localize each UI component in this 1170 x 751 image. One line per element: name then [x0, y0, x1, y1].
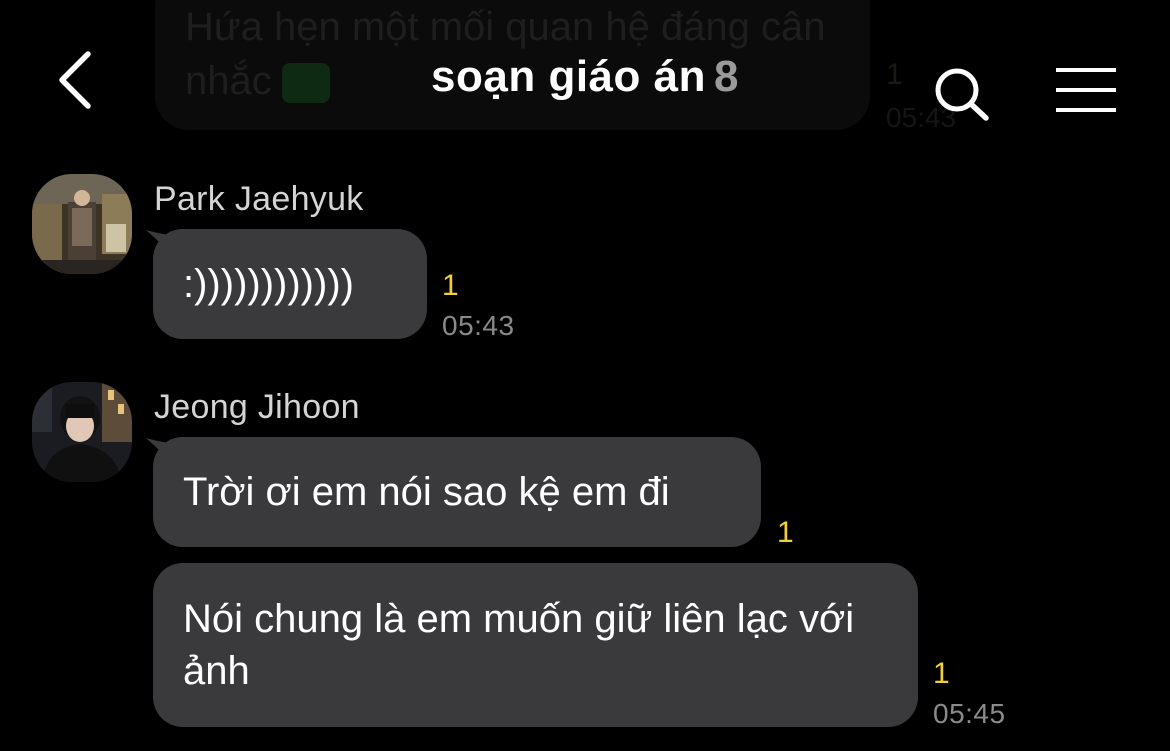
avatar-park-jaehyuk[interactable]	[32, 174, 132, 274]
chat-screen: Hứa hẹn một mối quan hệ đáng cân nhắc 1 …	[0, 0, 1170, 751]
message-text: :))))))))))))	[183, 262, 354, 306]
message-text: Trời ơi em nói sao kệ em đi	[183, 470, 670, 514]
hamburger-menu-icon	[1056, 68, 1116, 112]
unread-count: 1	[442, 269, 459, 302]
sender-name: Jeong Jihoon	[154, 388, 360, 426]
profile-photo-icon	[32, 382, 132, 482]
search-icon	[935, 68, 989, 121]
message-bubble[interactable]: Nói chung là em muốn giữ liên lạc với ản…	[153, 563, 918, 727]
member-count: 8	[713, 52, 739, 101]
sender-name: Park Jaehyuk	[154, 180, 364, 218]
message-text: Nói chung là em muốn giữ liên lạc với ản…	[183, 597, 855, 693]
message-bubble[interactable]: :))))))))))))	[153, 229, 427, 339]
search-button[interactable]	[930, 64, 994, 124]
message-time: 05:43	[442, 310, 515, 341]
menu-button[interactable]	[1054, 66, 1118, 114]
chat-room-name: soạn giáo án	[431, 52, 706, 101]
message-time: 05:45	[933, 698, 1006, 729]
profile-photo-icon	[32, 174, 132, 274]
chat-header: soạn giáo án 8	[0, 0, 1170, 160]
chat-title: soạn giáo án 8	[0, 52, 1170, 102]
unread-count: 1	[777, 516, 794, 549]
avatar-jeong-jihoon[interactable]	[32, 382, 132, 482]
unread-count: 1	[933, 657, 950, 690]
message-bubble[interactable]: Trời ơi em nói sao kệ em đi	[153, 437, 761, 547]
